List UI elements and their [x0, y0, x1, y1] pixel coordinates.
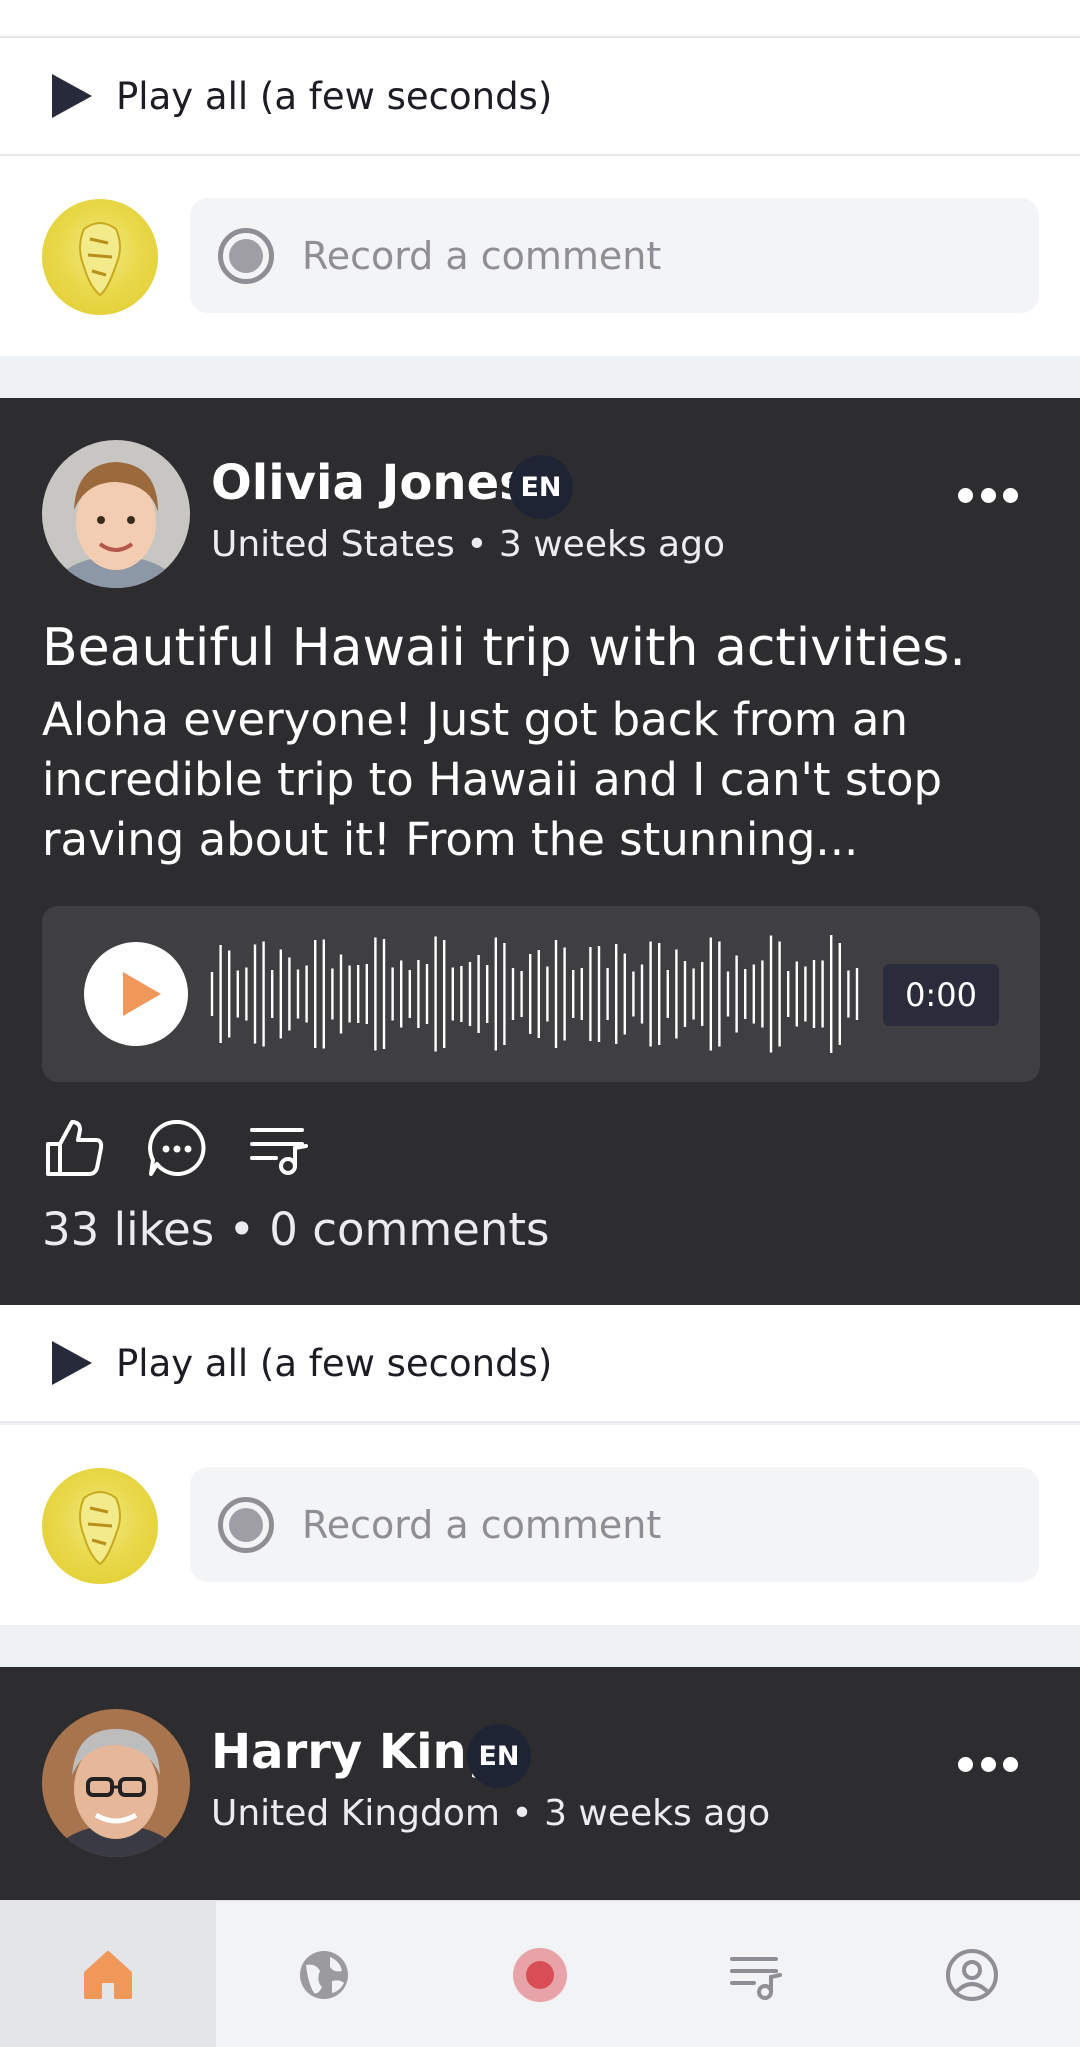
play-audio-button[interactable] — [84, 942, 188, 1046]
play-all-label: Play all (a few seconds) — [116, 74, 553, 118]
current-user-avatar — [42, 199, 158, 315]
play-icon — [52, 1341, 92, 1385]
audio-duration: 0:00 — [883, 964, 999, 1026]
waveform[interactable] — [210, 931, 870, 1057]
author-avatar[interactable] — [42, 440, 190, 588]
tab-playlists[interactable] — [648, 1901, 864, 2047]
audio-player: 0:00 — [42, 906, 1040, 1082]
language-badge: EN — [509, 455, 573, 519]
playlist-icon — [730, 1956, 782, 2000]
globe-icon — [300, 1950, 348, 1999]
language-badge: EN — [467, 1724, 531, 1788]
comment-icon[interactable] — [145, 1116, 209, 1180]
like-icon[interactable] — [42, 1116, 106, 1180]
post-meta: United Kingdom • 3 weeks ago — [211, 1793, 771, 1834]
post-card: Harry King EN United Kingdom • 3 weeks a… — [0, 1667, 1080, 1900]
tab-home[interactable] — [0, 1901, 216, 2047]
author-name[interactable]: Olivia Jones — [211, 455, 528, 511]
play-all-label: Play all (a few seconds) — [116, 1341, 553, 1385]
comment-row: Record a comment — [0, 1425, 1080, 1625]
post-body[interactable]: Aloha everyone! Just got back from an in… — [42, 690, 1052, 870]
post-meta: United States • 3 weeks ago — [211, 524, 725, 565]
author-name[interactable]: Harry King — [211, 1724, 501, 1780]
post-stats: 33 likes • 0 comments — [42, 1203, 550, 1256]
post-card: Olivia Jones EN United States • 3 weeks … — [0, 398, 1080, 1305]
more-options-icon[interactable] — [958, 1754, 1018, 1774]
tab-profile[interactable] — [864, 1901, 1080, 2047]
tab-record[interactable] — [432, 1901, 648, 2047]
record-comment-field[interactable]: Record a comment — [190, 1467, 1039, 1582]
more-options-icon[interactable] — [958, 485, 1018, 505]
tab-explore[interactable] — [216, 1901, 432, 2047]
bottom-tab-bar — [0, 1900, 1080, 2047]
profile-icon — [946, 1948, 998, 2001]
post-title: Beautiful Hawaii trip with activities. — [42, 618, 966, 678]
home-icon — [84, 1950, 132, 1999]
record-comment-field[interactable]: Record a comment — [190, 198, 1039, 313]
comment-row: Record a comment — [0, 156, 1080, 356]
comment-placeholder: Record a comment — [302, 233, 662, 278]
record-icon — [513, 1947, 567, 2002]
previous-post-bottom — [0, 0, 1080, 38]
playlist-icon[interactable] — [248, 1116, 312, 1180]
play-icon — [52, 74, 92, 118]
comment-placeholder: Record a comment — [302, 1502, 662, 1547]
record-icon — [218, 227, 274, 284]
play-all-button[interactable]: Play all (a few seconds) — [0, 1305, 1080, 1423]
author-avatar[interactable] — [42, 1709, 190, 1857]
record-icon — [218, 1496, 274, 1553]
play-all-button[interactable]: Play all (a few seconds) — [0, 38, 1080, 156]
current-user-avatar — [42, 1468, 158, 1584]
play-icon — [123, 972, 161, 1016]
